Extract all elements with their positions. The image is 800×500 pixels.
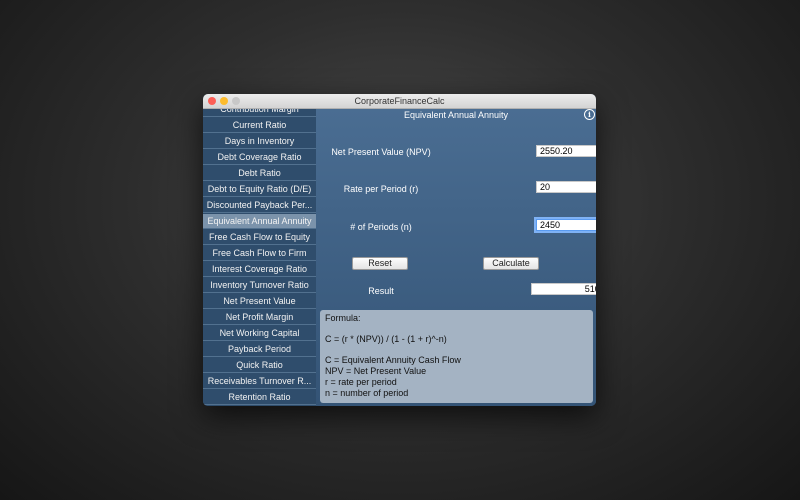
calculator-panel: Equivalent Annual Annuity i Net Present … — [316, 109, 596, 406]
calculate-button[interactable]: Calculate — [483, 257, 539, 270]
calculator-title: Equivalent Annual Annuity — [403, 110, 509, 120]
sidebar-item-net-present-value[interactable]: Net Present Value — [203, 294, 316, 309]
sidebar-item-debt-to-equity-ratio[interactable]: Debt to Equity Ratio (D/E) — [203, 182, 316, 197]
window-title: CorporateFinanceCalc — [354, 96, 445, 106]
sidebar-item-current-ratio[interactable]: Current Ratio — [203, 118, 316, 133]
sidebar-item-net-working-capital[interactable]: Net Working Capital — [203, 326, 316, 341]
sidebar-item-discounted-payback-period[interactable]: Discounted Payback Per... — [203, 198, 316, 213]
sidebar-item-debt-ratio[interactable]: Debt Ratio — [203, 166, 316, 181]
sidebar-item-retention-ratio[interactable]: Retention Ratio — [203, 390, 316, 405]
periods-input[interactable]: 2450 — [536, 219, 596, 231]
result-label: Result — [368, 286, 394, 296]
title-bar: CorporateFinanceCalc — [203, 94, 596, 109]
formula-box: Formula: C = (r * (NPV)) / (1 - (1 + r)^… — [320, 310, 593, 403]
sidebar-item-contribution-margin[interactable]: Contribution Margin — [203, 109, 316, 117]
maximize-window-button[interactable] — [232, 97, 240, 105]
percent-unit: % — [579, 182, 588, 192]
formula-line-r: r = rate per period — [325, 377, 397, 387]
sidebar-item-net-profit-margin[interactable]: Net Profit Margin — [203, 310, 316, 325]
sidebar-item-payback-period[interactable]: Payback Period — [203, 342, 316, 357]
sidebar-item-inventory-turnover-ratio[interactable]: Inventory Turnover Ratio — [203, 278, 316, 293]
sidebar-item-interest-coverage-ratio[interactable]: Interest Coverage Ratio — [203, 262, 316, 277]
info-icon[interactable]: i — [584, 109, 595, 120]
reset-button[interactable]: Reset — [352, 257, 408, 270]
rate-label: Rate per Period (r) — [343, 184, 419, 194]
formula-heading: Formula: — [325, 313, 361, 323]
app-window: CorporateFinanceCalc Contribution Margin… — [203, 94, 596, 406]
close-window-button[interactable] — [208, 97, 216, 105]
result-output: 510.04 — [531, 283, 596, 295]
calculator-list[interactable]: Contribution Margin Current Ratio Days i… — [203, 109, 316, 406]
sidebar-item-debt-coverage-ratio[interactable]: Debt Coverage Ratio — [203, 150, 316, 165]
formula-line-n: n = number of period — [325, 388, 409, 398]
minimize-window-button[interactable] — [220, 97, 228, 105]
sidebar-item-free-cash-flow-to-firm[interactable]: Free Cash Flow to Firm — [203, 246, 316, 261]
sidebar-item-equivalent-annual-annuity[interactable]: Equivalent Annual Annuity — [203, 214, 316, 229]
npv-input[interactable]: 2550.20 — [536, 145, 596, 157]
sidebar-item-free-cash-flow-to-equity[interactable]: Free Cash Flow to Equity — [203, 230, 316, 245]
sidebar-item-days-in-inventory[interactable]: Days in Inventory — [203, 134, 316, 149]
formula-line-npv: NPV = Net Present Value — [325, 366, 427, 376]
periods-label: # of Periods (n) — [350, 222, 412, 232]
sidebar-item-receivables-turnover-ratio[interactable]: Receivables Turnover R... — [203, 374, 316, 389]
npv-label: Net Present Value (NPV) — [331, 147, 431, 157]
formula-line-c: C = Equivalent Annuity Cash Flow — [325, 355, 461, 365]
formula-expression: C = (r * (NPV)) / (1 - (1 + r)^-n) — [325, 334, 447, 344]
sidebar-item-quick-ratio[interactable]: Quick Ratio — [203, 358, 316, 373]
